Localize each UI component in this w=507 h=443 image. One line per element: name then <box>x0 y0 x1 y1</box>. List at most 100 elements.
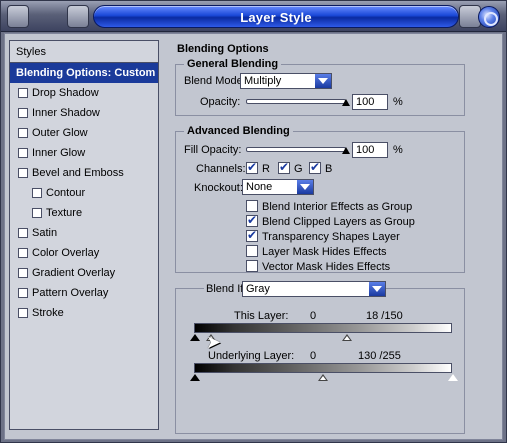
style-item-inner-shadow[interactable]: Inner Shadow <box>10 103 158 123</box>
channel-r-label: R <box>262 163 270 175</box>
opacity-unit: % <box>393 96 403 108</box>
style-item-label: Inner Glow <box>32 147 86 159</box>
style-item-label: Texture <box>46 207 83 219</box>
style-checkbox[interactable] <box>18 268 28 278</box>
title-bar-left-grip <box>67 5 89 28</box>
style-item-outer-glow[interactable]: Outer Glow <box>10 123 158 143</box>
this-layer-label: This Layer: <box>234 310 289 322</box>
style-item-inner-glow[interactable]: Inner Glow <box>10 143 158 163</box>
underlying-layer-white-slider[interactable] <box>448 374 458 381</box>
general-blending-title: General Blending <box>184 58 282 70</box>
chevron-down-icon <box>297 180 313 194</box>
styles-list: Styles Blending Options: Custom Drop Shad… <box>9 40 159 430</box>
channels-label: Channels: <box>196 163 246 175</box>
channel-r-checkbox[interactable] <box>246 160 258 174</box>
style-checkbox[interactable] <box>32 188 42 198</box>
blend-if-value: Gray <box>246 283 270 295</box>
style-checkbox[interactable] <box>18 108 28 118</box>
window-control-button[interactable] <box>478 6 500 28</box>
blend-interior-effects-as-group-label: Blend Interior Effects as Group <box>262 201 413 213</box>
this-layer-high-value: 18 /150 <box>366 310 403 322</box>
style-item-label: Inner Shadow <box>32 107 100 119</box>
fill-opacity-unit: % <box>393 144 403 156</box>
fill-opacity-input[interactable]: 100 <box>352 142 388 158</box>
style-item-label: Contour <box>46 187 86 199</box>
blend-if-group: Blend If: Gray This Layer: 0 18 /150 Und… <box>175 281 465 434</box>
style-checkbox[interactable] <box>18 88 28 98</box>
style-item-stroke[interactable]: Stroke <box>10 303 158 323</box>
opacity-slider-track[interactable] <box>246 99 346 104</box>
channel-g-checkbox[interactable] <box>278 160 290 174</box>
style-item-drop-shadow[interactable]: Drop Shadow <box>10 83 158 103</box>
blend-clipped-layers-as-group-checkbox[interactable] <box>246 213 258 227</box>
advanced-blending-title: Advanced Blending <box>184 125 293 137</box>
style-item-label: Stroke <box>32 307 64 319</box>
style-item-gradient-overlay[interactable]: Gradient Overlay <box>10 263 158 283</box>
style-item-label: Drop Shadow <box>32 87 99 99</box>
style-item-label: Satin <box>32 227 58 239</box>
title-pill: Layer Style <box>93 5 459 28</box>
title-bar[interactable]: Layer Style <box>1 1 506 32</box>
blending-options-title: Blending Options <box>177 43 269 55</box>
vector-mask-hides-effects-checkbox[interactable] <box>246 260 258 272</box>
style-checkbox[interactable] <box>18 148 28 158</box>
knockout-select[interactable]: None <box>242 179 314 195</box>
opacity-input[interactable]: 100 <box>352 94 388 110</box>
title-bar-left-cap <box>7 5 29 28</box>
style-item-color-overlay[interactable]: Color Overlay <box>10 243 158 263</box>
styles-header[interactable]: Styles <box>10 41 158 63</box>
channel-g-label: G <box>294 163 303 175</box>
fill-opacity-slider-track[interactable] <box>246 147 346 152</box>
knockout-label: Knockout: <box>194 182 243 194</box>
style-item-label: Bevel and Emboss <box>32 167 124 179</box>
fill-opacity-slider-thumb[interactable] <box>342 147 350 154</box>
advanced-blending-group: Advanced Blending Fill Opacity: 100 % Ch… <box>175 125 465 273</box>
vector-mask-hides-effects-label: Vector Mask Hides Effects <box>262 261 391 273</box>
opacity-slider-thumb[interactable] <box>342 99 350 106</box>
styles-items: Blending Options: Custom Drop Shadow Inner… <box>10 63 158 323</box>
style-checkbox[interactable] <box>18 128 28 138</box>
chevron-down-icon <box>315 74 331 88</box>
style-item-contour[interactable]: Contour <box>10 183 158 203</box>
style-item-label: Color Overlay <box>32 247 100 259</box>
this-layer-low-value: 0 <box>310 310 317 322</box>
blend-clipped-layers-as-group-label: Blend Clipped Layers as Group <box>262 216 415 228</box>
underlying-layer-split-slider[interactable] <box>318 374 328 381</box>
blend-mode-select[interactable]: Multiply <box>240 73 332 89</box>
this-layer-black-slider[interactable] <box>190 334 200 341</box>
blend-mode-value: Multiply <box>244 75 282 87</box>
channel-b-checkbox[interactable] <box>309 160 321 174</box>
style-checkbox[interactable] <box>18 168 28 178</box>
underlying-layer-high-value: 130 /255 <box>358 350 401 362</box>
blend-if-select[interactable]: Gray <box>242 281 386 297</box>
transparency-shapes-layer-label: Transparency Shapes Layer <box>262 231 400 243</box>
style-checkbox[interactable] <box>32 208 42 218</box>
chevron-down-icon <box>369 282 385 296</box>
style-item-blending-options-custom[interactable]: Blending Options: Custom <box>10 63 158 83</box>
style-item-bevel-and-emboss[interactable]: Bevel and Emboss <box>10 163 158 183</box>
style-item-label: Blending Options: Custom <box>16 67 156 79</box>
blend-interior-effects-as-group-checkbox[interactable] <box>246 200 258 212</box>
style-item-label: Outer Glow <box>32 127 88 139</box>
style-item-pattern-overlay[interactable]: Pattern Overlay <box>10 283 158 303</box>
mouse-pointer-icon: ➤ <box>206 332 222 353</box>
knockout-value: None <box>246 181 273 193</box>
underlying-layer-black-slider[interactable] <box>190 374 200 381</box>
style-checkbox[interactable] <box>18 308 28 318</box>
style-item-texture[interactable]: Texture <box>10 203 158 223</box>
style-checkbox[interactable] <box>18 248 28 258</box>
this-layer-white-split-slider[interactable] <box>342 334 352 341</box>
blend-mode-label: Blend Mode: <box>184 75 246 87</box>
dialog-body: Styles Blending Options: Custom Drop Shad… <box>4 33 503 440</box>
style-checkbox[interactable] <box>18 288 28 298</box>
underlying-layer-low-value: 0 <box>310 350 317 362</box>
fill-opacity-label: Fill Opacity: <box>184 144 242 156</box>
transparency-shapes-layer-checkbox[interactable] <box>246 228 258 242</box>
this-layer-gradient-bar <box>194 323 452 333</box>
layer-mask-hides-effects-checkbox[interactable] <box>246 245 258 257</box>
style-checkbox[interactable] <box>18 228 28 238</box>
window-title: Layer Style <box>240 10 312 25</box>
layer-style-window: Layer Style Styles Blending Options: Cus… <box>0 0 507 443</box>
layer-mask-hides-effects-label: Layer Mask Hides Effects <box>262 246 387 258</box>
style-item-satin[interactable]: Satin <box>10 223 158 243</box>
